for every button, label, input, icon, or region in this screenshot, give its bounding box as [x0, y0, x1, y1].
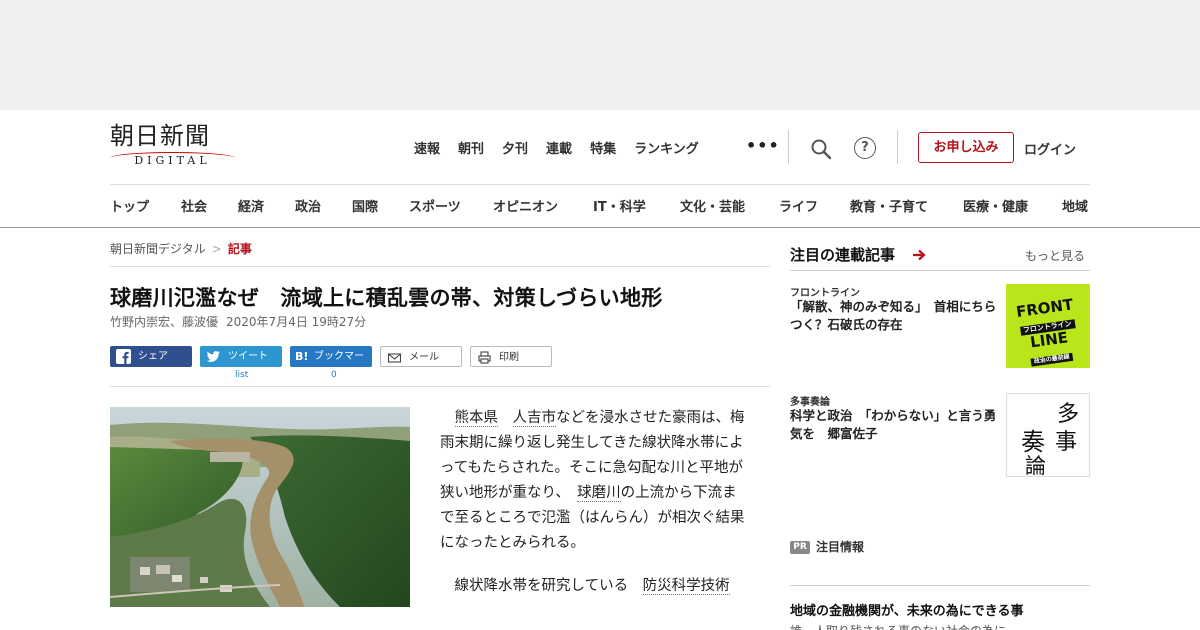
sidebar-card[interactable]: フロントライン 「解散、神のみぞ知る」 首相にちらつく？石破氏の存在 FRONT…	[790, 284, 1090, 368]
link-kumamoto[interactable]: 熊本県	[454, 410, 498, 427]
facebook-share-label: シェア	[138, 351, 168, 362]
nav-sokuho[interactable]: 速報	[414, 138, 440, 157]
pr-title-link[interactable]: 地域の金融機関が、未来の為にできる事	[790, 600, 1023, 619]
logo-main-text: 朝日新聞	[110, 122, 210, 150]
print-icon	[478, 351, 491, 364]
mail-share-label: メール	[409, 352, 439, 363]
divider	[897, 130, 898, 164]
cat-life[interactable]: ライフ	[779, 196, 818, 215]
card-kicker: 多事奏論	[790, 397, 830, 408]
divider	[790, 585, 1090, 586]
article-body: 熊本県 人吉市などを浸水させた豪雨は、梅雨末期に繰り返し発生してきた線状降水帯に…	[440, 406, 750, 617]
thumb-char: 事	[1055, 430, 1078, 455]
twitter-share-label: ツイート	[228, 351, 268, 362]
thumb-line1: FRONT	[1015, 295, 1075, 322]
article-text: 線状降水帯を研究している	[454, 578, 629, 594]
pr-subtitle: 誰一人取り残される事のない社会の為に	[790, 622, 1006, 630]
cat-sports[interactable]: スポーツ	[409, 196, 461, 215]
link-hitoyoshi[interactable]: 人吉市	[512, 410, 556, 427]
card-title[interactable]: 「解散、神のみぞ知る」 首相にちらつく？石破氏の存在	[790, 298, 1002, 334]
cat-culture[interactable]: 文化・芸能	[680, 196, 745, 215]
divider	[110, 266, 770, 267]
help-icon[interactable]: ?	[854, 137, 876, 159]
mail-icon	[387, 353, 402, 363]
sidebar-more-link[interactable]: もっと見る	[1025, 247, 1085, 264]
divider	[110, 386, 770, 387]
divider	[788, 130, 789, 164]
cat-it-science[interactable]: IT・科学	[593, 196, 646, 215]
card-kicker: フロントライン	[790, 288, 860, 299]
breadcrumb-current: 記事	[227, 242, 252, 256]
breadcrumb-separator: >	[211, 242, 222, 256]
more-menu-button[interactable]: •••	[746, 136, 780, 155]
facebook-share-button[interactable]: シェア	[110, 346, 192, 367]
asahi-logo[interactable]: 朝日新聞 DIGITAL	[110, 122, 245, 172]
thumb-small: 政治の最前線	[1030, 352, 1074, 367]
cat-top[interactable]: トップ	[110, 196, 149, 215]
article-date: 2020年7月4日 19時27分	[226, 315, 367, 329]
nav-yukan[interactable]: 夕刊	[502, 138, 528, 157]
header-divider	[110, 184, 1090, 185]
top-nav: 速報 朝刊 夕刊 連載 特集 ランキング	[414, 138, 717, 157]
cat-opinion[interactable]: オピニオン	[493, 196, 558, 215]
nav-tokushu[interactable]: 特集	[590, 138, 616, 157]
print-button[interactable]: 印刷	[470, 346, 552, 367]
nav-choukan[interactable]: 朝刊	[458, 138, 484, 157]
article-paragraph: 線状降水帯を研究している 防災科学技術	[440, 574, 750, 599]
hatena-bookmark-button[interactable]: B! ブックマーク	[290, 346, 372, 383]
print-label: 印刷	[499, 352, 519, 363]
site-header: 朝日新聞 DIGITAL 速報 朝刊 夕刊 連載 特集 ランキング ••• ? …	[0, 110, 1200, 228]
login-link[interactable]: ログイン	[1024, 139, 1076, 158]
pr-badge: PR	[790, 541, 810, 554]
twitter-icon	[206, 351, 220, 362]
link-bosai[interactable]: 防災科学技術	[642, 578, 730, 595]
frontline-thumb-text: FRONT フロントライン LINE 政治の最前線	[1002, 294, 1094, 369]
thumb-char: 論	[1025, 454, 1046, 478]
cat-education[interactable]: 教育・子育て	[850, 196, 928, 215]
nav-ranking[interactable]: ランキング	[634, 138, 699, 157]
breadcrumb-home[interactable]: 朝日新聞デジタル	[110, 242, 206, 256]
tajisouron-thumbnail[interactable]: 多 事 奏 論	[1006, 393, 1090, 478]
article-headline: 球磨川氾濫なぜ 流域上に積乱雲の帯、対策しづらい地形	[110, 286, 663, 310]
logo-sub-text: DIGITAL	[110, 152, 235, 167]
cat-society[interactable]: 社会	[181, 196, 207, 215]
mail-share-button[interactable]: メール	[380, 346, 462, 367]
sidebar-title[interactable]: 注目の連載記事	[790, 244, 895, 265]
card-title[interactable]: 科学と政治 「わからない」と言う勇気を 郷富佐子	[790, 407, 1002, 443]
hatena-bookmark-label: ブックマーク	[314, 351, 364, 383]
twitter-share-button[interactable]: ツイート	[200, 346, 282, 367]
cat-region[interactable]: 地域	[1062, 196, 1088, 215]
nav-rensai[interactable]: 連載	[546, 138, 572, 157]
hatena-count[interactable]: 0	[331, 370, 337, 380]
cat-economy[interactable]: 経済	[238, 196, 264, 215]
hatena-icon: B!	[295, 350, 309, 363]
divider	[790, 270, 1090, 271]
facebook-icon	[116, 349, 131, 364]
article-authors: 竹野内崇宏、藤波優	[110, 315, 219, 329]
breadcrumb: 朝日新聞デジタル > 記事	[110, 240, 252, 257]
article-byline: 竹野内崇宏、藤波優 2020年7月4日 19時27分	[110, 313, 366, 330]
cat-medical[interactable]: 医療・健康	[963, 196, 1028, 215]
pr-label: 注目情報	[816, 540, 865, 554]
cat-international[interactable]: 国際	[352, 196, 378, 215]
frontline-thumbnail[interactable]: FRONT フロントライン LINE 政治の最前線	[1006, 284, 1090, 368]
article-paragraph: 熊本県 人吉市などを浸水させた豪雨は、梅雨末期に繰り返し発生してきた線状降水帯に…	[440, 406, 750, 556]
ad-space	[0, 0, 1200, 110]
pr-section-header: PR 注目情報	[790, 538, 864, 555]
cat-politics[interactable]: 政治	[295, 196, 321, 215]
link-kumagawa[interactable]: 球磨川	[577, 485, 621, 502]
photo-caption	[110, 622, 410, 630]
arrow-right-icon	[913, 249, 926, 261]
search-icon[interactable]	[810, 138, 832, 160]
subscribe-button[interactable]: お申し込み	[918, 132, 1014, 163]
article-photo[interactable]	[110, 407, 410, 607]
sidebar-card[interactable]: 多事奏論 科学と政治 「わからない」と言う勇気を 郷富佐子 多 事 奏 論	[790, 393, 1090, 478]
twitter-count[interactable]: list	[235, 370, 248, 380]
